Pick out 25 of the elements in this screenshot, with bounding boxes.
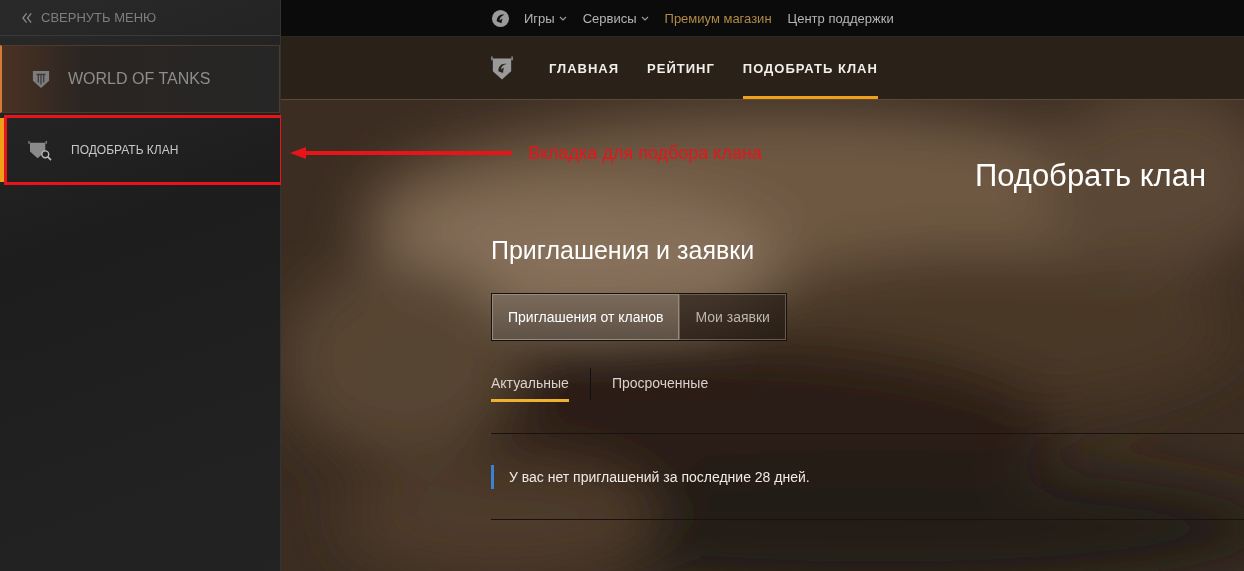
nav-tab[interactable]: РЕЙТИНГ: [647, 37, 715, 99]
notice-text: У вас нет приглашений за последние 28 дней.: [509, 468, 810, 485]
shield-logo-icon: [491, 54, 513, 82]
page-title: Подобрать клан: [974, 158, 1206, 194]
sidebar-item[interactable]: WORLD OF TANKS: [0, 45, 280, 113]
top-link[interactable]: Игры: [524, 10, 567, 26]
top-link[interactable]: Сервисы: [582, 10, 649, 26]
segment-tab[interactable]: Мои заявки: [679, 294, 786, 340]
caret-icon: [640, 15, 649, 21]
section-title: Приглашения и заявки: [491, 236, 756, 265]
shield-search-icon: [28, 139, 53, 161]
filter-tab[interactable]: Просроченные: [611, 368, 709, 402]
logo-icon: [491, 8, 510, 28]
top-link[interactable]: Премиум магазин: [664, 10, 772, 26]
collapse-menu-link[interactable]: СВЕРНУТЬ МЕНЮ: [0, 0, 280, 36]
shield-icon: [32, 69, 50, 89]
top-link[interactable]: Центр поддержки: [787, 10, 894, 26]
segment-tab[interactable]: Приглашения от кланов: [492, 294, 680, 340]
double-chevron-icon: [22, 11, 33, 24]
caret-icon: [558, 15, 567, 21]
filter-tab[interactable]: Актуальные: [491, 368, 569, 402]
annotation-text: Вкладка для подбора клана: [528, 143, 762, 164]
info-bar: [491, 464, 494, 489]
nav-tab[interactable]: ГЛАВНАЯ: [549, 37, 620, 99]
sidebar-item[interactable]: ПОДОБРАТЬ КЛАН: [0, 118, 280, 182]
